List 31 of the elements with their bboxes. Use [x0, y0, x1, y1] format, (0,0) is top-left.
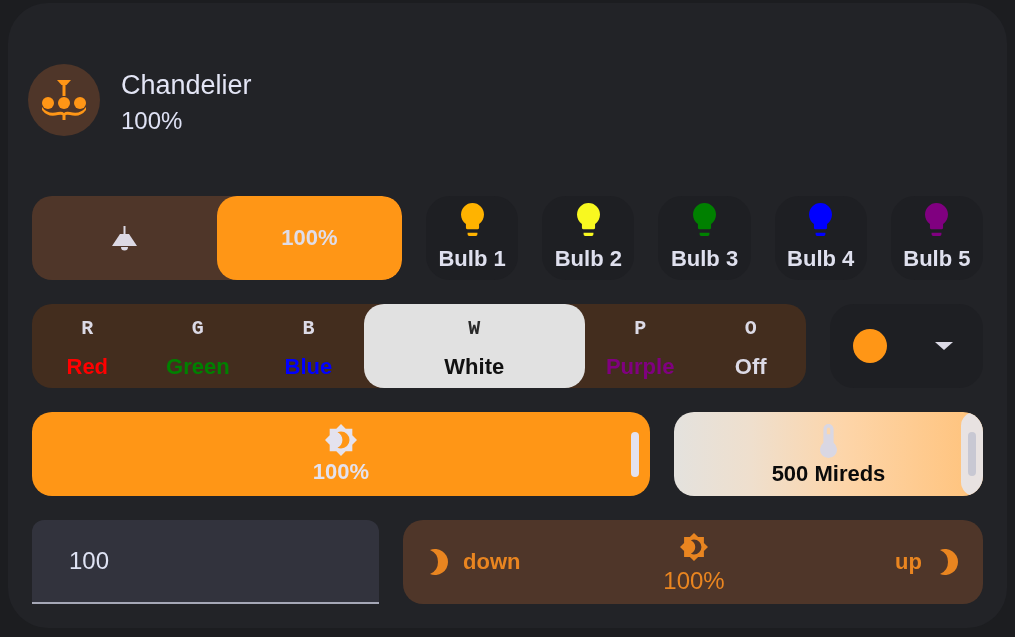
number-input[interactable]: 100 [32, 520, 379, 604]
temperature-slider[interactable]: 500 Mireds [674, 412, 983, 496]
brightness-icon [680, 533, 708, 561]
slider-handle[interactable] [631, 431, 639, 477]
moon-icon [940, 549, 958, 575]
bulb-button[interactable]: Bulb 4 [774, 196, 867, 280]
up-button[interactable]: up [895, 549, 958, 575]
mode-segment[interactable]: B Blue [253, 304, 364, 388]
brightness-icon [325, 424, 357, 456]
chandelier-icon[interactable] [28, 64, 100, 136]
bulb-button[interactable]: Bulb 1 [426, 196, 519, 280]
slider-reading: 500 Mireds [771, 461, 886, 487]
mode-segment[interactable]: G Green [142, 304, 254, 388]
device-state: 100% [121, 107, 184, 135]
slider-reading: 100% [312, 459, 370, 485]
mode-segment[interactable]: P Purple [584, 304, 696, 388]
mode-segment[interactable]: R Red [32, 304, 143, 388]
color-dropdown[interactable] [830, 304, 983, 388]
caret-icon [935, 342, 953, 350]
bulb-button[interactable]: Bulb 2 [542, 196, 635, 280]
bulb-button[interactable]: Bulb 5 [890, 196, 983, 280]
down-button[interactable]: down [430, 549, 521, 575]
thermometer-icon [820, 424, 837, 458]
device-name: Chandelier [121, 69, 252, 101]
slider-handle[interactable] [961, 412, 983, 496]
mode-segment[interactable]: W White [363, 304, 585, 388]
bulb-button[interactable]: Bulb 3 [658, 196, 751, 280]
ceiling-lamp-icon [111, 225, 138, 251]
mode-segment[interactable]: O Off [695, 304, 806, 388]
stepper-reading: 100% [663, 567, 725, 595]
moon-icon [430, 549, 448, 575]
